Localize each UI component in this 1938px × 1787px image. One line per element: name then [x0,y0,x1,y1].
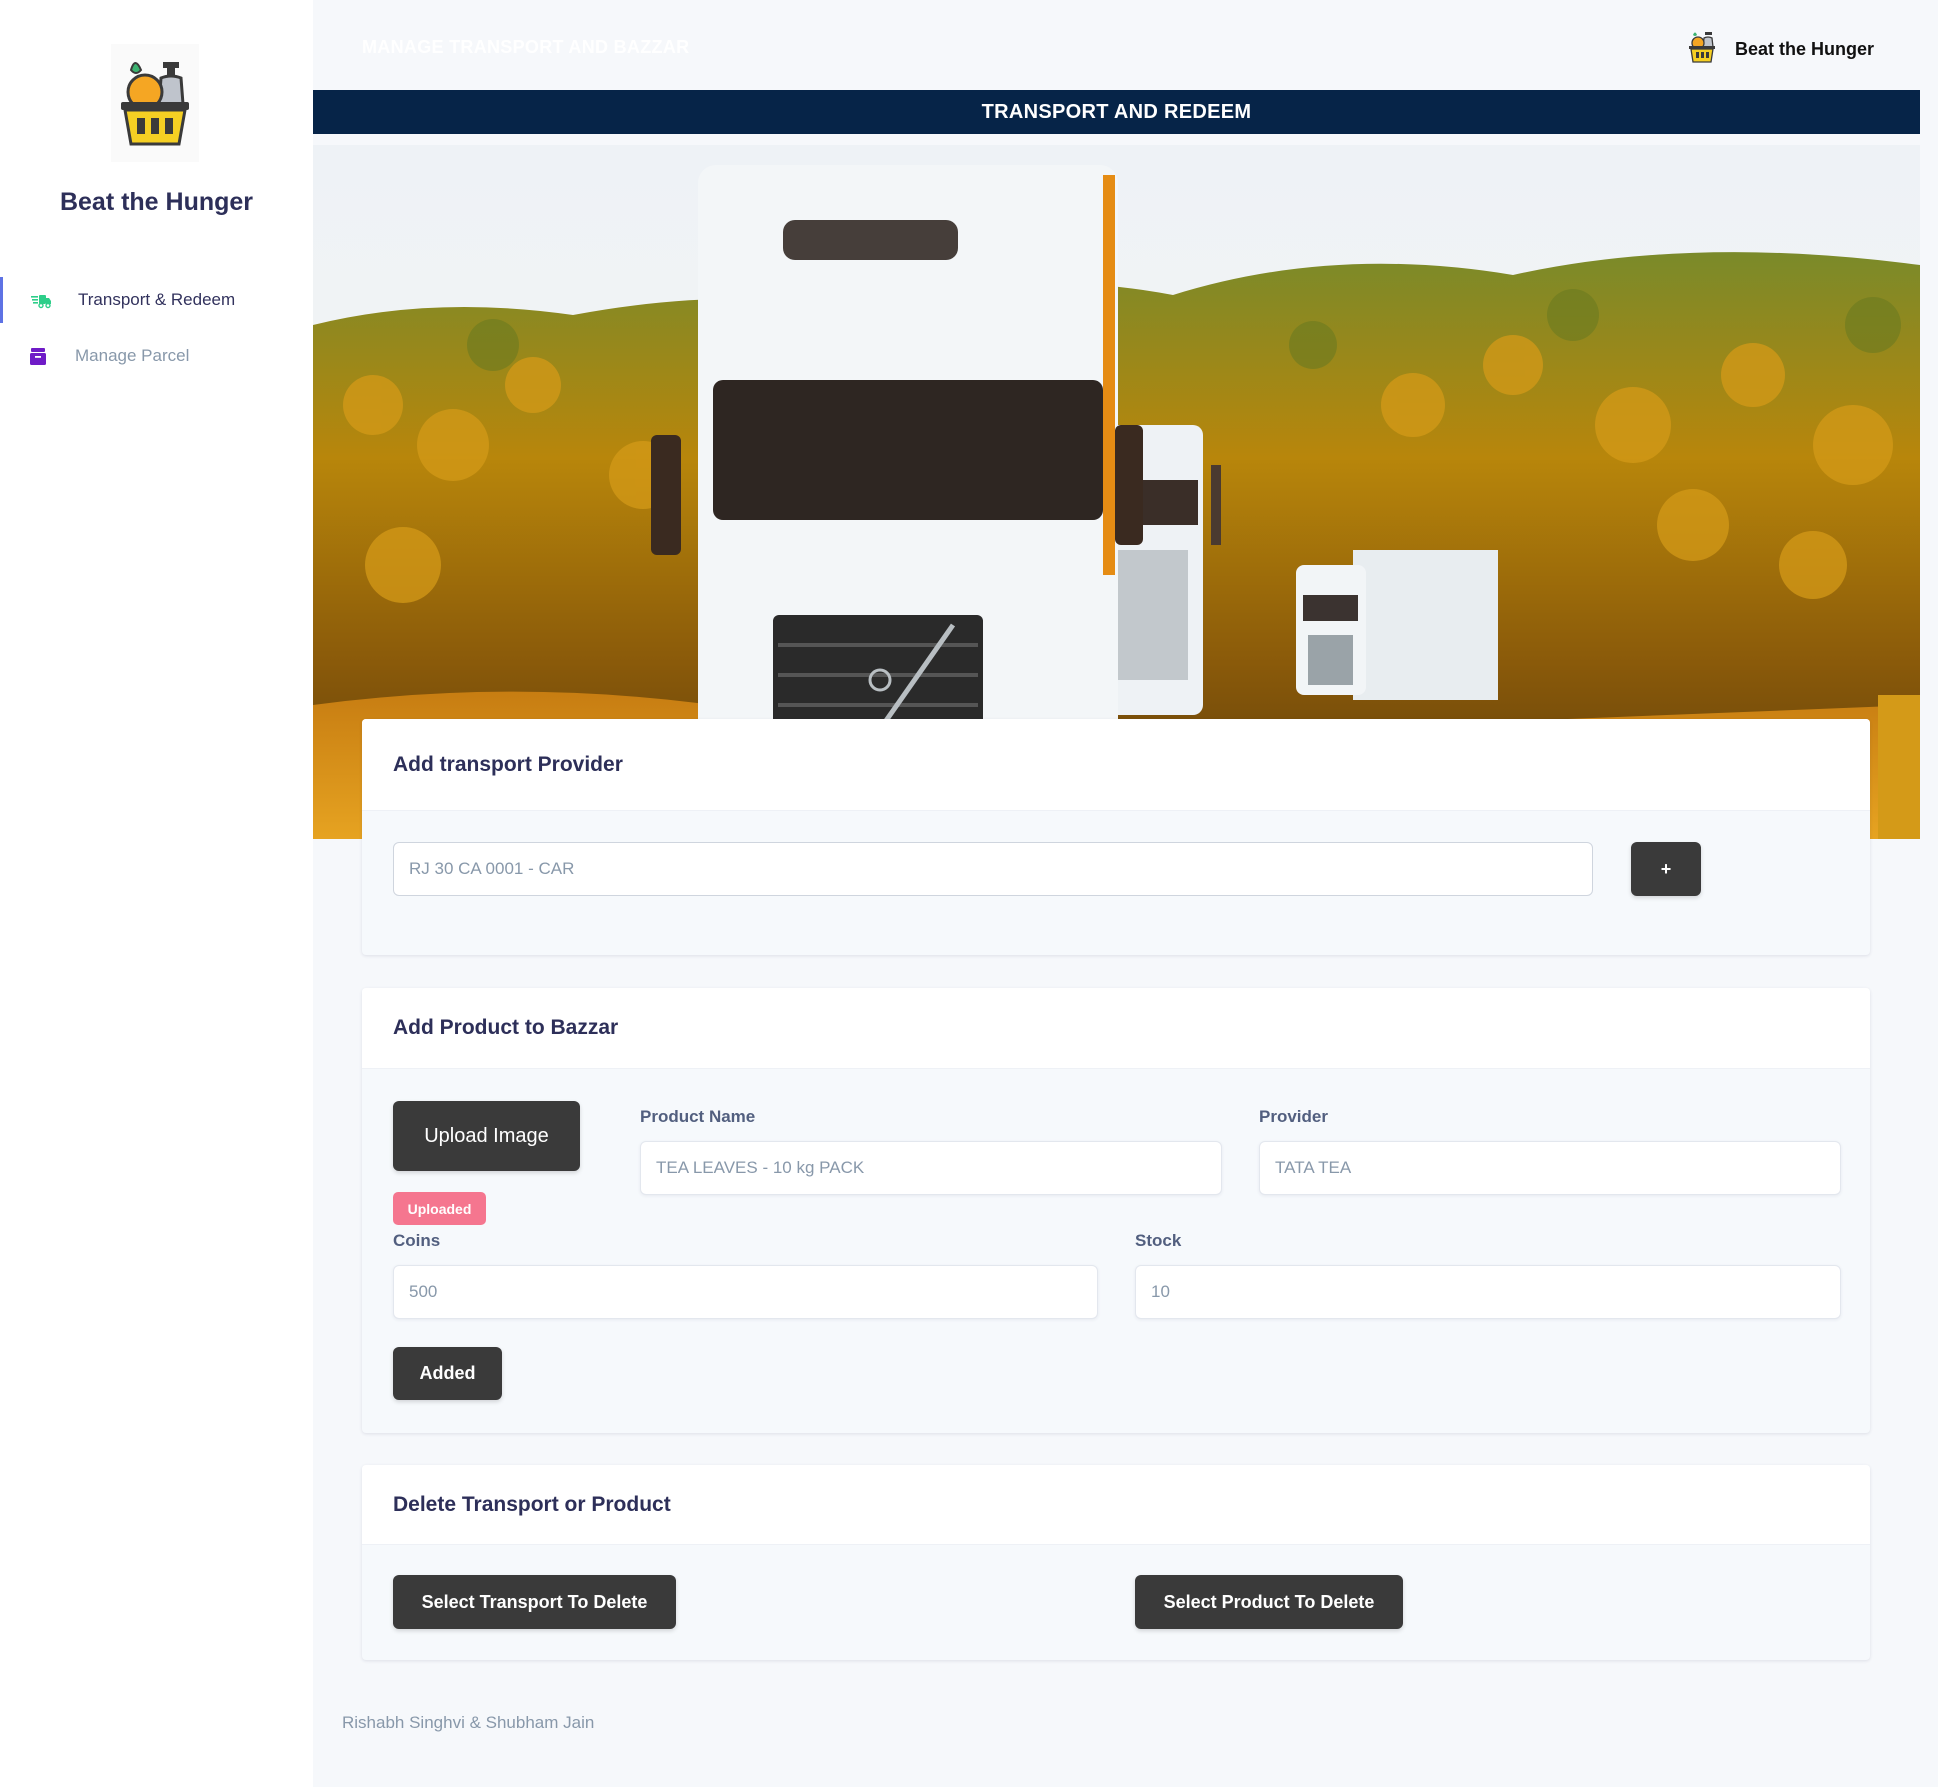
user-profile[interactable]: Beat the Hunger [1687,30,1874,69]
sidebar: Beat the Hunger Transport & Redeem Manag… [0,0,313,1787]
coins-label: Coins [393,1231,441,1250]
transport-provider-input[interactable]: RJ 30 CA 0001 - CAR [393,842,1593,896]
parcel-box-icon [28,346,48,366]
add-product-card: Add Product to Bazzar Upload Image Uploa… [362,988,1870,1433]
sidebar-item-label: Transport & Redeem [78,290,236,309]
added-submit-button[interactable]: Added [393,1347,502,1400]
section-banner: TRANSPORT AND REDEEM [313,90,1920,134]
product-name-label: Product Name [640,1107,756,1126]
stock-field[interactable]: 10 [1135,1265,1841,1319]
sidebar-item-label: Manage Parcel [75,346,190,365]
sidebar-item-transport-redeem[interactable]: Transport & Redeem [0,277,313,323]
delete-product-button[interactable]: Select Product To Delete [1135,1575,1403,1629]
user-name: Beat the Hunger [1734,39,1874,59]
delivery-truck-icon [31,290,51,310]
upload-status-badge: Uploaded [393,1192,486,1225]
delete-transport-button[interactable]: Select Transport To Delete [393,1575,676,1629]
add-transport-button[interactable]: + [1631,842,1701,896]
card-title: Add transport Provider [362,719,1870,811]
brand-title: Beat the Hunger [59,188,254,216]
provider-field[interactable]: TATA TEA [1259,1141,1841,1195]
basket-avatar-icon [1687,30,1717,69]
stock-label: Stock [1135,1231,1182,1250]
provider-label: Provider [1259,1107,1328,1126]
card-title: Delete Transport or Product [362,1465,1870,1545]
basket-logo-icon [111,44,199,162]
card-title: Add Product to Bazzar [362,988,1870,1069]
coins-field[interactable]: 500 [393,1265,1098,1319]
delete-card: Delete Transport or Product Select Trans… [362,1465,1870,1660]
product-name-field[interactable]: TEA LEAVES - 10 kg PACK [640,1141,1222,1195]
footer-credits: Rishabh Singhvi & Shubham Jain [342,1713,595,1732]
page-title: MANAGE TRANSPORT AND BAZZAR [362,37,690,57]
add-transport-card: Add transport Provider RJ 30 CA 0001 - C… [362,719,1870,955]
upload-image-button[interactable]: Upload Image [393,1101,580,1171]
sidebar-item-manage-parcel[interactable]: Manage Parcel [0,333,313,379]
